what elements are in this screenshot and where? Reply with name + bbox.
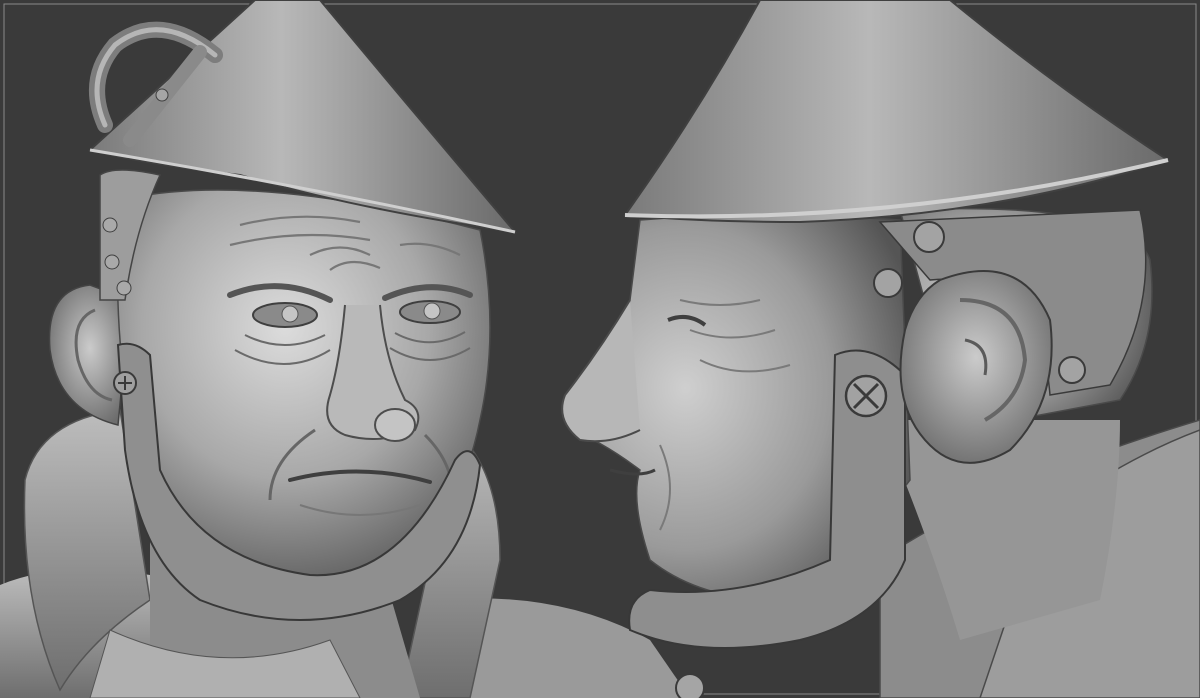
nose-tip bbox=[374, 408, 416, 442]
rivet-icon bbox=[102, 217, 118, 233]
handle-rivet-icon bbox=[155, 88, 169, 102]
chest-bolt-icon bbox=[675, 673, 705, 698]
rivet-icon bbox=[116, 280, 132, 296]
profile-rivet-icon bbox=[1058, 356, 1086, 384]
sculpt-render bbox=[0, 0, 1200, 698]
profile-rivet-icon bbox=[873, 268, 903, 298]
iris-left bbox=[281, 305, 299, 323]
sculpt-render-viewport bbox=[0, 0, 1200, 698]
rivet-icon bbox=[104, 254, 120, 270]
profile-rivet-icon bbox=[913, 221, 945, 253]
iris-right bbox=[423, 302, 441, 320]
